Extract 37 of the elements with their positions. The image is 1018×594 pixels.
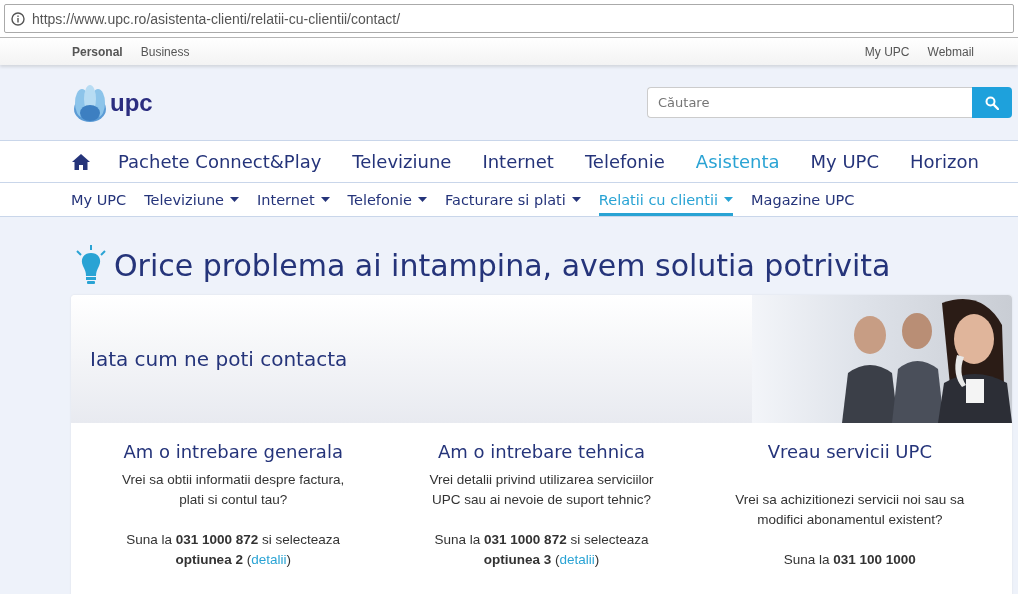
column-heading: Vreau servicii UPC — [766, 441, 933, 462]
segment-link[interactable]: Business — [140, 44, 190, 59]
search-field[interactable]: Căutare — [647, 87, 972, 118]
subnav-tab[interactable]: Internet — [257, 183, 330, 216]
url-text: https://www.upc.ro/asistenta-clienti/relatii-cu-clientii/contact/ — [32, 10, 401, 27]
column-heading: Am o intrebare tehnica — [437, 441, 646, 462]
column-description: Vrei detalii privind utilizarea serviciilor UPC sau ai nevoie de suport tehnic? — [428, 471, 655, 509]
call-instructions: Suna la 031 1000 872 si selecteaza optiunea 3 (detalii) — [433, 531, 650, 569]
column-description: Vrei sa achizitionezi servicii noi sau sa modifici abonamentul existent? — [734, 491, 966, 529]
nav-tab[interactable]: Telefonie — [584, 151, 665, 172]
subnav-tab[interactable]: Facturare si plati — [445, 183, 581, 216]
nav-tab[interactable]: Internet — [482, 151, 554, 172]
page-title: Orice problema ai intampina, avem solutia potrivita — [114, 247, 891, 283]
nav-tab[interactable]: My UPC — [810, 151, 880, 172]
logo-text[interactable]: upc — [110, 88, 153, 117]
column-description: Vrei sa obtii informatii despre factura, plati si contul tau? — [121, 471, 346, 509]
nav-tab[interactable]: Pachete Connect&Play — [118, 151, 322, 172]
subnav-tab[interactable]: My UPC — [71, 183, 127, 216]
lightbulb-icon — [74, 245, 108, 285]
nav-tab[interactable]: Horizon — [910, 151, 979, 172]
search-icon — [985, 95, 999, 110]
subnav-tab[interactable]: Televiziune — [144, 183, 239, 216]
subnav-tab[interactable]: Telefonie — [347, 183, 427, 216]
address-bar[interactable]: https://www.upc.ro/asistenta-clienti/relatii-cu-clientii/contact/ — [4, 4, 1014, 33]
search-button[interactable] — [972, 87, 1012, 118]
column-heading: Am o intrebare generala — [122, 441, 344, 462]
subnav-tab[interactable]: Magazine UPC — [751, 183, 855, 216]
top-link[interactable]: Webmail — [927, 44, 974, 59]
segment-link[interactable]: Personal — [72, 44, 123, 59]
top-link[interactable]: My UPC — [864, 44, 910, 59]
nav-tab[interactable]: Televiziune — [352, 151, 452, 172]
flower-logo-icon — [72, 82, 108, 123]
call-instructions: Suna la 031 100 1000 — [782, 551, 917, 569]
call-instructions: Suna la 031 1000 872 si selecteaza optiunea 2 (detalii) — [125, 531, 342, 569]
home-icon[interactable] — [72, 153, 90, 170]
info-icon[interactable] — [11, 11, 25, 26]
banner-title: Iata cum ne poti contacta — [89, 347, 348, 371]
